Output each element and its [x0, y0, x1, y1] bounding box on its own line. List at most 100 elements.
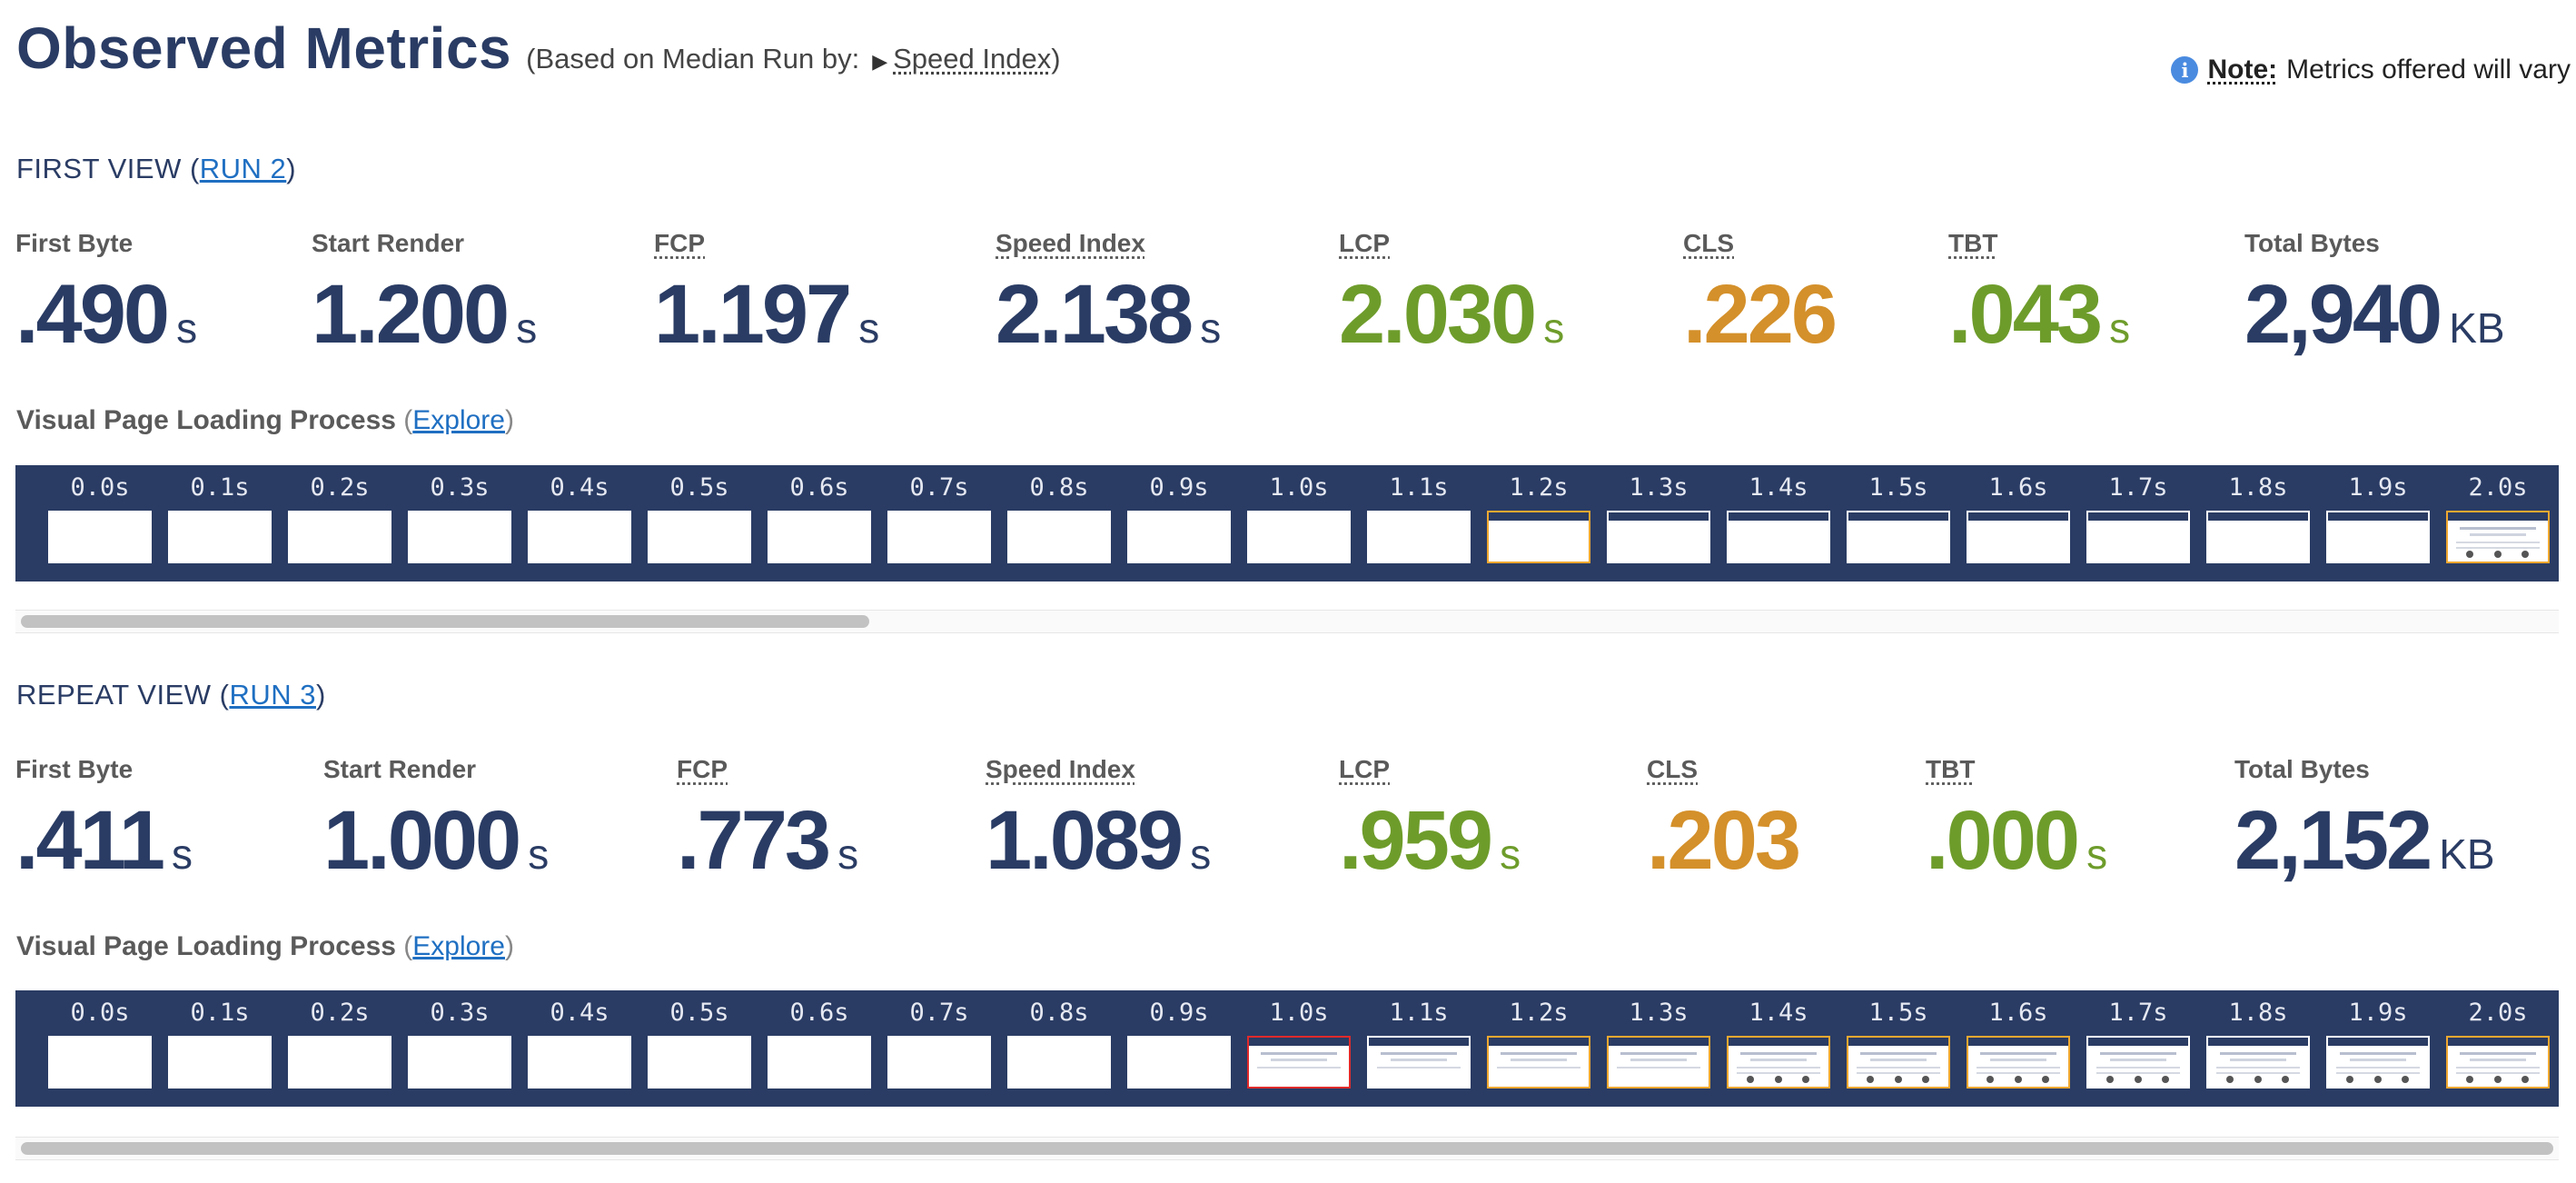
metric-label-speed-index[interactable]: Speed Index [986, 755, 1211, 784]
frame-thumbnail[interactable] [768, 511, 871, 563]
frame-thumbnail[interactable] [1007, 1036, 1111, 1089]
frame-thumbnail[interactable] [168, 511, 272, 563]
filmstrip-frame[interactable]: 1.2s [1487, 474, 1590, 563]
filmstrip-frame[interactable]: 1.7s [2086, 474, 2190, 563]
frame-thumbnail[interactable] [2326, 1036, 2430, 1089]
metric-label-lcp[interactable]: LCP [1339, 755, 1521, 784]
filmstrip-frame[interactable]: 1.9s [2326, 999, 2430, 1089]
filmstrip-frame[interactable]: 0.1s [168, 999, 272, 1089]
frame-thumbnail[interactable] [1127, 511, 1231, 563]
metrics-note[interactable]: i Note: Metrics offered will vary [2171, 55, 2571, 85]
metric-label-tbt[interactable]: TBT [1948, 229, 2130, 258]
filmstrip-frame[interactable]: 1.4s [1727, 474, 1830, 563]
metric-label-fcp[interactable]: FCP [677, 755, 858, 784]
frame-thumbnail[interactable] [768, 1036, 871, 1089]
frame-thumbnail[interactable] [2446, 1036, 2550, 1089]
filmstrip-frame[interactable]: 1.3s [1607, 474, 1710, 563]
frame-thumbnail[interactable] [1007, 511, 1111, 563]
filmstrip-frame[interactable]: 1.0s [1247, 474, 1351, 563]
filmstrip-frame[interactable]: 0.0s [48, 474, 152, 563]
metric-label-speed-index[interactable]: Speed Index [996, 229, 1221, 258]
first-view-filmstrip[interactable]: 0.0s 0.1s 0.2s 0.3s 0.4s 0.5s 0.6s 0.7s 0.8s 0.9s… [15, 465, 2559, 582]
metric-label-lcp[interactable]: LCP [1339, 229, 1564, 258]
filmstrip-frame[interactable]: 1.3s [1607, 999, 1710, 1089]
filmstrip-frame[interactable]: 0.7s [887, 474, 991, 563]
filmstrip-frame[interactable]: 1.8s [2206, 474, 2310, 563]
frame-thumbnail[interactable] [1487, 1036, 1590, 1089]
frame-thumbnail[interactable] [2206, 511, 2310, 563]
filmstrip-frame[interactable]: 2.0s [2446, 999, 2550, 1089]
metric-label-tbt[interactable]: TBT [1926, 755, 2107, 784]
frame-thumbnail[interactable] [1967, 1036, 2070, 1089]
frame-thumbnail[interactable] [528, 1036, 631, 1089]
frame-thumbnail[interactable] [1967, 511, 2070, 563]
frame-thumbnail[interactable] [48, 1036, 152, 1089]
filmstrip-frame[interactable]: 0.1s [168, 474, 272, 563]
repeat-view-explore-link[interactable]: Explore [412, 931, 505, 961]
frame-thumbnail[interactable] [648, 1036, 751, 1089]
metric-label-cls[interactable]: CLS [1647, 755, 1798, 784]
frame-thumbnail[interactable] [1247, 511, 1351, 563]
metric-label-fcp[interactable]: FCP [654, 229, 879, 258]
disclosure-triangle-icon[interactable]: ▶ [872, 50, 887, 73]
filmstrip-frame[interactable]: 1.7s [2086, 999, 2190, 1089]
filmstrip-frame[interactable]: 0.9s [1127, 999, 1231, 1089]
filmstrip-frame[interactable]: 0.9s [1127, 474, 1231, 563]
filmstrip-frame[interactable]: 2.0s [2446, 474, 2550, 563]
frame-thumbnail[interactable] [2446, 511, 2550, 563]
frame-thumbnail[interactable] [648, 511, 751, 563]
metric-label-cls[interactable]: CLS [1683, 229, 1835, 258]
frame-thumbnail[interactable] [2086, 1036, 2190, 1089]
frame-thumbnail[interactable] [288, 1036, 391, 1089]
filmstrip-frame[interactable]: 0.3s [408, 999, 511, 1089]
filmstrip-frame[interactable]: 0.5s [648, 999, 751, 1089]
frame-thumbnail[interactable] [1727, 1036, 1830, 1089]
filmstrip-frame[interactable]: 1.0s [1247, 999, 1351, 1089]
frame-thumbnail[interactable] [2086, 511, 2190, 563]
filmstrip-frame[interactable]: 1.9s [2326, 474, 2430, 563]
filmstrip-frame[interactable]: 1.5s [1847, 474, 1950, 563]
frame-thumbnail[interactable] [1367, 1036, 1471, 1089]
filmstrip-frame[interactable]: 1.8s [2206, 999, 2310, 1089]
first-view-filmstrip-scrollbar[interactable] [15, 610, 2559, 633]
frame-thumbnail[interactable] [1367, 511, 1471, 563]
filmstrip-frame[interactable]: 1.1s [1367, 474, 1471, 563]
filmstrip-frame[interactable]: 0.4s [528, 474, 631, 563]
frame-thumbnail[interactable] [1847, 511, 1950, 563]
repeat-view-scroll-thumb[interactable] [21, 1142, 2553, 1155]
frame-thumbnail[interactable] [1607, 511, 1710, 563]
frame-thumbnail[interactable] [887, 1036, 991, 1089]
filmstrip-frame[interactable]: 1.1s [1367, 999, 1471, 1089]
first-view-run-link[interactable]: RUN 2 [200, 153, 287, 184]
filmstrip-frame[interactable]: 0.4s [528, 999, 631, 1089]
frame-thumbnail[interactable] [528, 511, 631, 563]
first-view-explore-link[interactable]: Explore [412, 405, 505, 435]
frame-thumbnail[interactable] [1127, 1036, 1231, 1089]
filmstrip-frame[interactable]: 1.2s [1487, 999, 1590, 1089]
frame-thumbnail[interactable] [1247, 1036, 1351, 1089]
frame-thumbnail[interactable] [2326, 511, 2430, 563]
frame-thumbnail[interactable] [887, 511, 991, 563]
frame-thumbnail[interactable] [288, 511, 391, 563]
frame-thumbnail[interactable] [1487, 511, 1590, 563]
filmstrip-frame[interactable]: 0.2s [288, 474, 391, 563]
filmstrip-frame[interactable]: 1.4s [1727, 999, 1830, 1089]
filmstrip-frame[interactable]: 0.0s [48, 999, 152, 1089]
filmstrip-frame[interactable]: 1.5s [1847, 999, 1950, 1089]
repeat-view-filmstrip-scrollbar[interactable] [15, 1137, 2559, 1160]
filmstrip-frame[interactable]: 0.5s [648, 474, 751, 563]
repeat-view-filmstrip[interactable]: 0.0s 0.1s 0.2s 0.3s 0.4s 0.5s 0.6s 0.7s 0.8s 0.9s… [15, 990, 2559, 1107]
filmstrip-frame[interactable]: 1.6s [1967, 999, 2070, 1089]
first-view-scroll-thumb[interactable] [21, 615, 869, 628]
filmstrip-frame[interactable]: 0.6s [768, 474, 871, 563]
filmstrip-frame[interactable]: 0.6s [768, 999, 871, 1089]
filmstrip-frame[interactable]: 1.6s [1967, 474, 2070, 563]
filmstrip-frame[interactable]: 0.7s [887, 999, 991, 1089]
filmstrip-frame[interactable]: 0.8s [1007, 999, 1111, 1089]
frame-thumbnail[interactable] [48, 511, 152, 563]
repeat-view-run-link[interactable]: RUN 3 [229, 679, 316, 711]
frame-thumbnail[interactable] [168, 1036, 272, 1089]
frame-thumbnail[interactable] [1607, 1036, 1710, 1089]
filmstrip-frame[interactable]: 0.2s [288, 999, 391, 1089]
frame-thumbnail[interactable] [408, 511, 511, 563]
